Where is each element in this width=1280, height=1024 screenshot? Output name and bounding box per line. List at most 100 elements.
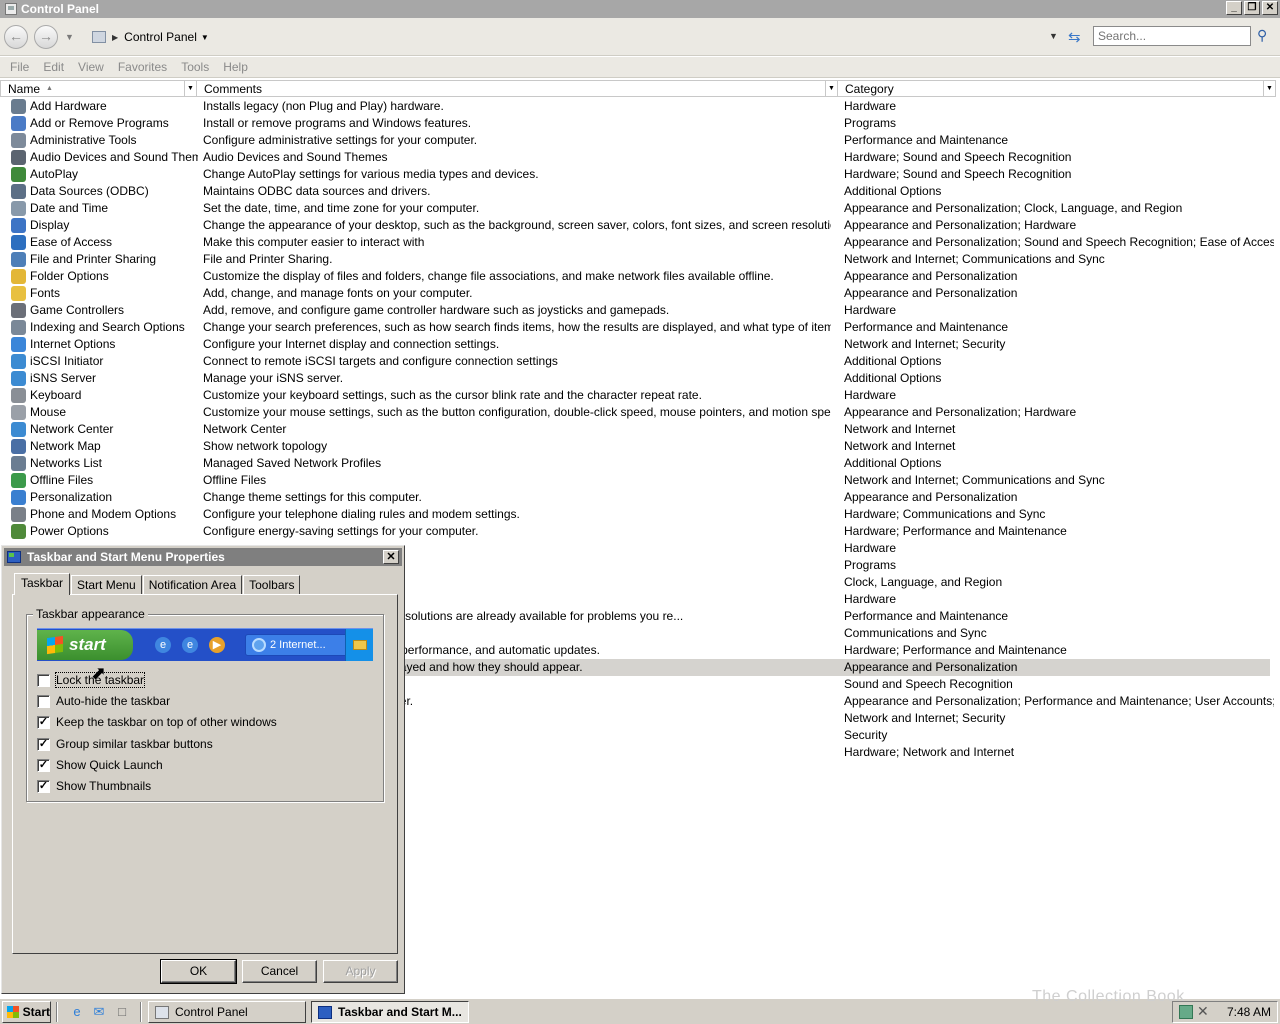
- auto-hide-option[interactable]: Auto-hide the taskbar: [37, 693, 170, 709]
- list-item[interactable]: Date and Time Set the date, time, and tim…: [0, 200, 1280, 217]
- clock[interactable]: 7:48 AM: [1227, 1005, 1271, 1019]
- tab-start-menu[interactable]: Start Menu: [71, 575, 142, 594]
- ok-button[interactable]: OK: [160, 959, 237, 984]
- list-item[interactable]: Add or Remove Programs Install or remove …: [0, 115, 1280, 132]
- forward-button[interactable]: →: [34, 25, 58, 49]
- show-thumbnails-label[interactable]: Show Thumbnails: [56, 779, 151, 793]
- menu-edit[interactable]: Edit: [43, 60, 64, 74]
- dialog-close-button[interactable]: ✕: [383, 550, 399, 564]
- address-dropdown-icon[interactable]: ▼: [1049, 31, 1058, 41]
- item-comments: Audio Devices and Sound Themes: [203, 150, 388, 164]
- list-item[interactable]: Game Controllers Add, remove, and configu…: [0, 302, 1280, 319]
- breadcrumb-chevron-icon[interactable]: ▶: [112, 33, 118, 42]
- list-item[interactable]: Display Change the appearance of your des…: [0, 217, 1280, 234]
- quick-launch-checkbox[interactable]: ✓: [37, 758, 50, 772]
- group-similar-label[interactable]: Group similar taskbar buttons: [56, 737, 213, 751]
- show-thumbnails-option[interactable]: ✓ Show Thumbnails: [37, 778, 151, 794]
- auto-hide-label[interactable]: Auto-hide the taskbar: [56, 694, 170, 708]
- menu-view[interactable]: View: [78, 60, 104, 74]
- list-item[interactable]: Power Options Configure energy-saving set…: [0, 523, 1280, 540]
- list-item[interactable]: File and Printer Sharing File and Printer…: [0, 251, 1280, 268]
- item-category: Network and Internet; Communications and…: [844, 252, 1105, 266]
- item-name: Display: [30, 218, 70, 232]
- item-name: Offline Files: [30, 473, 94, 487]
- window-controls: _ ❐ ✕: [1226, 1, 1278, 15]
- list-item[interactable]: Fonts Add, change, and manage fonts on yo…: [0, 285, 1280, 302]
- dialog-titlebar[interactable]: Taskbar and Start Menu Properties ✕: [4, 548, 402, 566]
- keep-on-top-checkbox[interactable]: ✓: [37, 715, 50, 729]
- tab-taskbar[interactable]: Taskbar: [14, 573, 71, 595]
- item-comments: Change theme settings for this computer.: [203, 490, 422, 504]
- list-item[interactable]: Networks List Managed Saved Network Profi…: [0, 455, 1280, 472]
- search-icon[interactable]: ⚲: [1257, 27, 1267, 44]
- back-button[interactable]: ←: [4, 25, 28, 49]
- taskbar-button-taskbar-properties[interactable]: Taskbar and Start M...: [311, 1001, 469, 1023]
- list-item[interactable]: iSNS Server Manage your iSNS server. Addit…: [0, 370, 1280, 387]
- item-category: Hardware; Sound and Speech Recognition: [844, 150, 1072, 164]
- tab-notification-area[interactable]: Notification Area: [142, 575, 243, 594]
- address-toolbar: ← → ▼ ▶ Control Panel ▼ ▼ ⇆ ⚲: [0, 18, 1280, 56]
- list-item[interactable]: Indexing and Search Options Change your s…: [0, 319, 1280, 336]
- apply-button[interactable]: Apply: [323, 960, 398, 983]
- list-item[interactable]: Network Map Show network topology Network …: [0, 438, 1280, 455]
- refresh-icon[interactable]: ⇆: [1068, 28, 1081, 46]
- list-item[interactable]: AutoPlay Change AutoPlay settings for var…: [0, 166, 1280, 183]
- item-name: Administrative Tools: [30, 133, 137, 147]
- dialog-title: Taskbar and Start Menu Properties: [27, 550, 225, 564]
- column-filter-dropdown-icon[interactable]: ▼: [184, 81, 196, 96]
- column-filter-dropdown-icon[interactable]: ▼: [1263, 81, 1275, 96]
- menu-tools[interactable]: Tools: [181, 60, 209, 74]
- list-item[interactable]: Ease of Access Make this computer easier …: [0, 234, 1280, 251]
- item-comments: Configure administrative settings for yo…: [203, 133, 478, 147]
- network-icon[interactable]: [1179, 1005, 1193, 1019]
- list-item[interactable]: Data Sources (ODBC) Maintains ODBC data s…: [0, 183, 1280, 200]
- keep-on-top-option[interactable]: ✓ Keep the taskbar on top of other windo…: [37, 714, 277, 730]
- keep-on-top-label[interactable]: Keep the taskbar on top of other windows: [56, 715, 277, 729]
- start-button[interactable]: Start: [2, 1001, 51, 1023]
- tab-toolbars[interactable]: Toolbars: [243, 575, 301, 594]
- show-thumbnails-checkbox[interactable]: ✓: [37, 779, 50, 793]
- column-filter-dropdown-icon[interactable]: ▼: [825, 81, 837, 96]
- list-item[interactable]: Add Hardware Installs legacy (non Plug an…: [0, 98, 1280, 115]
- lock-taskbar-checkbox[interactable]: [37, 673, 50, 687]
- outlook-express-icon[interactable]: ✉: [91, 1004, 107, 1020]
- minimize-button[interactable]: _: [1226, 1, 1242, 15]
- recent-pages-dropdown-icon[interactable]: ▼: [65, 32, 74, 42]
- address-breadcrumb[interactable]: ▶ Control Panel ▼: [86, 26, 1064, 48]
- list-item[interactable]: Phone and Modem Options Configure your te…: [0, 506, 1280, 523]
- cancel-button[interactable]: Cancel: [242, 960, 317, 983]
- list-item[interactable]: Audio Devices and Sound Themes Audio Devi…: [0, 149, 1280, 166]
- item-comments: Connect to remote iSCSI targets and conf…: [203, 354, 558, 368]
- quick-launch-option[interactable]: ✓ Show Quick Launch: [37, 757, 163, 773]
- column-header-category[interactable]: Category ▼: [838, 80, 1276, 97]
- menu-help[interactable]: Help: [223, 60, 248, 74]
- group-similar-checkbox[interactable]: ✓: [37, 737, 50, 751]
- taskbar-preview-image: start e e ▶ 2 Internet...: [37, 628, 373, 661]
- breadcrumb-control-panel[interactable]: Control Panel: [124, 30, 197, 44]
- tray-close-icon[interactable]: ✕: [1197, 1003, 1209, 1020]
- taskbar-button-control-panel[interactable]: Control Panel: [148, 1001, 306, 1023]
- close-button[interactable]: ✕: [1262, 1, 1278, 15]
- item-name: Folder Options: [30, 269, 109, 283]
- maximize-button[interactable]: ❐: [1244, 1, 1260, 15]
- breadcrumb-dropdown-icon[interactable]: ▼: [201, 33, 209, 42]
- list-item[interactable]: Offline Files Offline Files Network and In…: [0, 472, 1280, 489]
- list-item[interactable]: Administrative Tools Configure administra…: [0, 132, 1280, 149]
- list-item[interactable]: Folder Options Customize the display of f…: [0, 268, 1280, 285]
- search-input[interactable]: [1093, 26, 1251, 46]
- quick-launch-label[interactable]: Show Quick Launch: [56, 758, 163, 772]
- list-item[interactable]: Internet Options Configure your Internet …: [0, 336, 1280, 353]
- column-header-name[interactable]: Name ▲ ▼: [0, 80, 197, 97]
- column-header-comments[interactable]: Comments ▼: [197, 80, 838, 97]
- menu-favorites[interactable]: Favorites: [118, 60, 167, 74]
- internet-explorer-icon[interactable]: e: [69, 1004, 85, 1020]
- list-item[interactable]: Keyboard Customize your keyboard settings…: [0, 387, 1280, 404]
- list-item[interactable]: Mouse Customize your mouse settings, such…: [0, 404, 1280, 421]
- show-desktop-icon[interactable]: □: [114, 1004, 130, 1020]
- list-item[interactable]: Network Center Network Center Network and …: [0, 421, 1280, 438]
- menu-file[interactable]: File: [10, 60, 29, 74]
- auto-hide-checkbox[interactable]: [37, 694, 50, 708]
- list-item[interactable]: iSCSI Initiator Connect to remote iSCSI t…: [0, 353, 1280, 370]
- group-similar-option[interactable]: ✓ Group similar taskbar buttons: [37, 736, 213, 752]
- list-item[interactable]: Personalization Change theme settings for…: [0, 489, 1280, 506]
